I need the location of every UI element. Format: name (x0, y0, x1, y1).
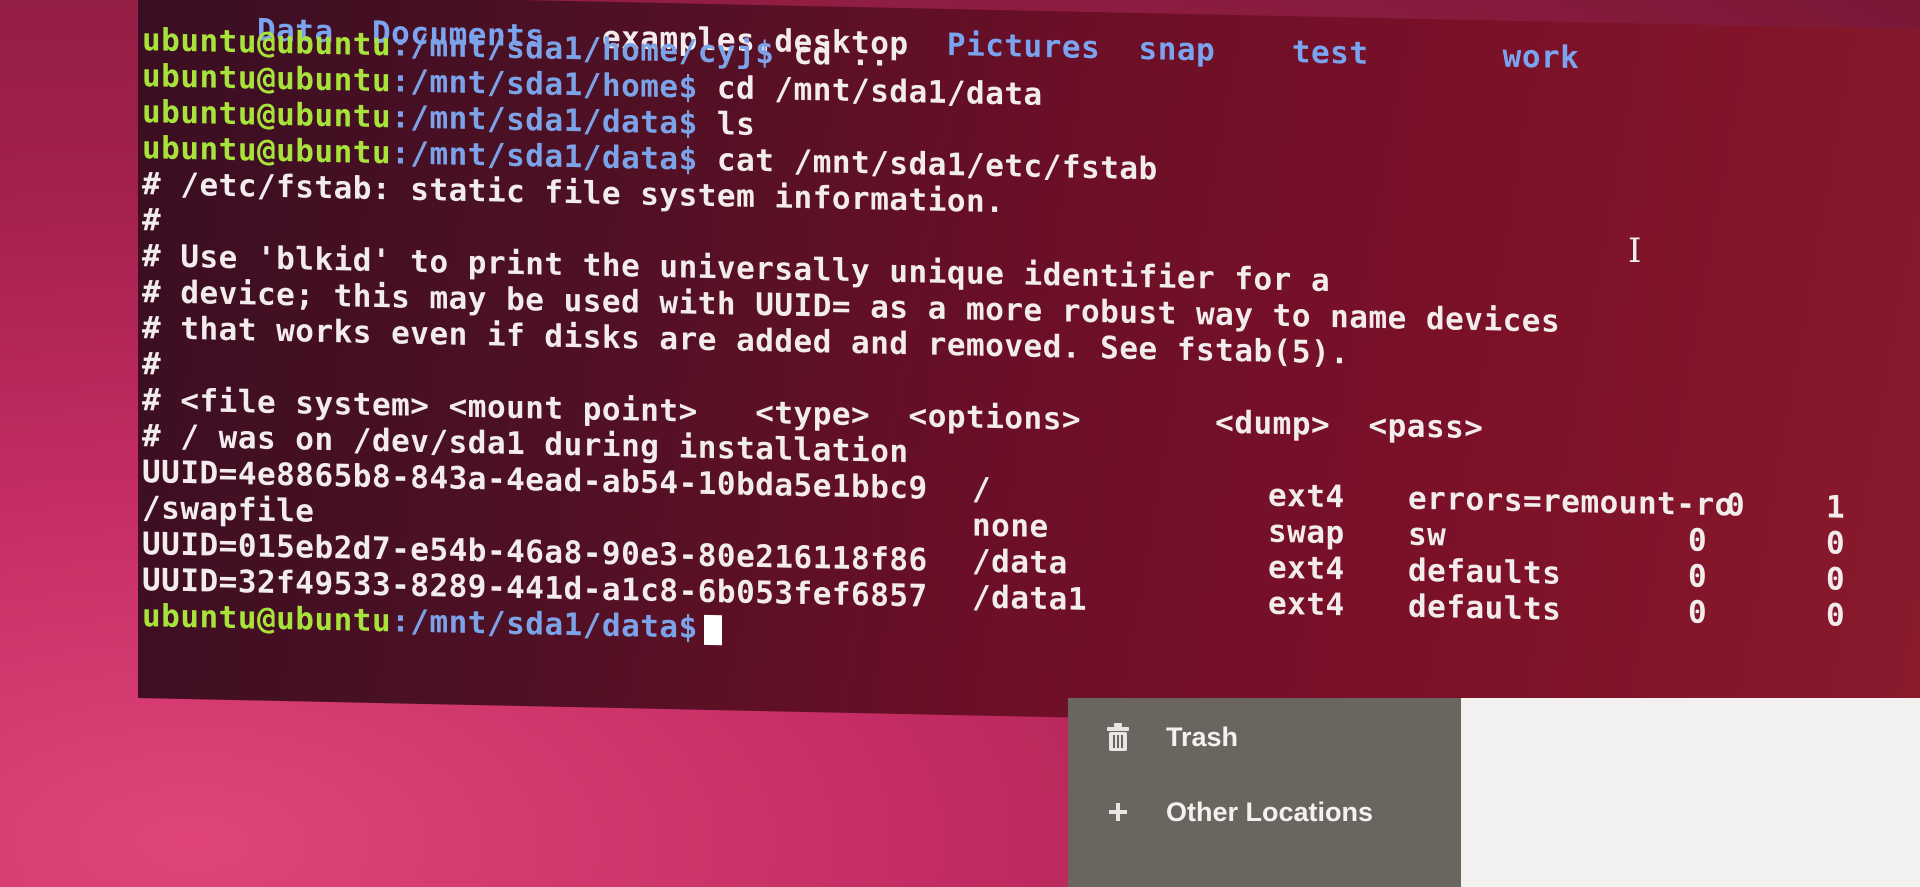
prompt-user: ubuntu@ubuntu (142, 22, 392, 64)
fstab-mount: /data (972, 543, 1068, 582)
fstab-pass: 0 (1826, 561, 1846, 598)
fstab-dump: 0 (1688, 594, 1708, 631)
fstab-options: defaults (1408, 552, 1562, 592)
terminal-window[interactable]: Data Documents examples.desktop Pictures… (138, 0, 1920, 736)
ls-entry: work (1502, 38, 1580, 77)
fstab-dump: 0 (1688, 558, 1708, 595)
fstab-type: swap (1268, 513, 1345, 552)
prompt-user: ubuntu@ubuntu (142, 58, 392, 100)
fstab-options: defaults (1408, 588, 1562, 628)
sidebar-item-label: Trash (1166, 721, 1239, 752)
fstab-mount: /data1 (972, 579, 1087, 618)
prompt-path: :/mnt/sda1/data$ (391, 603, 698, 646)
ls-entry: Pictures (946, 26, 1101, 67)
fstab-pass: 0 (1826, 597, 1846, 634)
prompt-user: ubuntu@ubuntu (142, 130, 392, 172)
fstab-mount: none (972, 507, 1049, 546)
fstab-mount: / (972, 471, 992, 508)
fstab-dump: 0 (1688, 522, 1708, 559)
command-text: ls (697, 105, 756, 143)
fstab-type: ext4 (1268, 477, 1345, 516)
plus-icon (1098, 792, 1138, 832)
ls-entry: test (1291, 34, 1369, 72)
trash-icon (1098, 717, 1138, 757)
ls-entry: snap (1138, 30, 1216, 69)
text-cursor (703, 614, 722, 645)
sidebar-item-other-locations[interactable]: Other Locations (1068, 787, 1461, 837)
fstab-pass: 0 (1826, 525, 1846, 562)
ibeam-cursor-icon: I (1628, 231, 1642, 271)
file-manager-sidebar: Trash Other Locations (1068, 698, 1461, 887)
file-manager-content[interactable] (1461, 698, 1920, 887)
terminal-output: Data Documents examples.desktop Pictures… (138, 0, 1920, 671)
prompt-user: ubuntu@ubuntu (142, 94, 392, 136)
command-text: cd .. (774, 35, 890, 74)
sidebar-item-label: Other Locations (1166, 796, 1374, 827)
fstab-type: ext4 (1268, 549, 1345, 588)
fstab-type: ext4 (1268, 585, 1345, 624)
fstab-options: sw (1408, 516, 1447, 554)
sidebar-item-trash[interactable]: Trash (1068, 712, 1461, 762)
prompt-user: ubuntu@ubuntu (142, 598, 392, 640)
fstab-dump: 0 (1726, 487, 1746, 524)
fstab-pass: 1 (1826, 489, 1846, 526)
